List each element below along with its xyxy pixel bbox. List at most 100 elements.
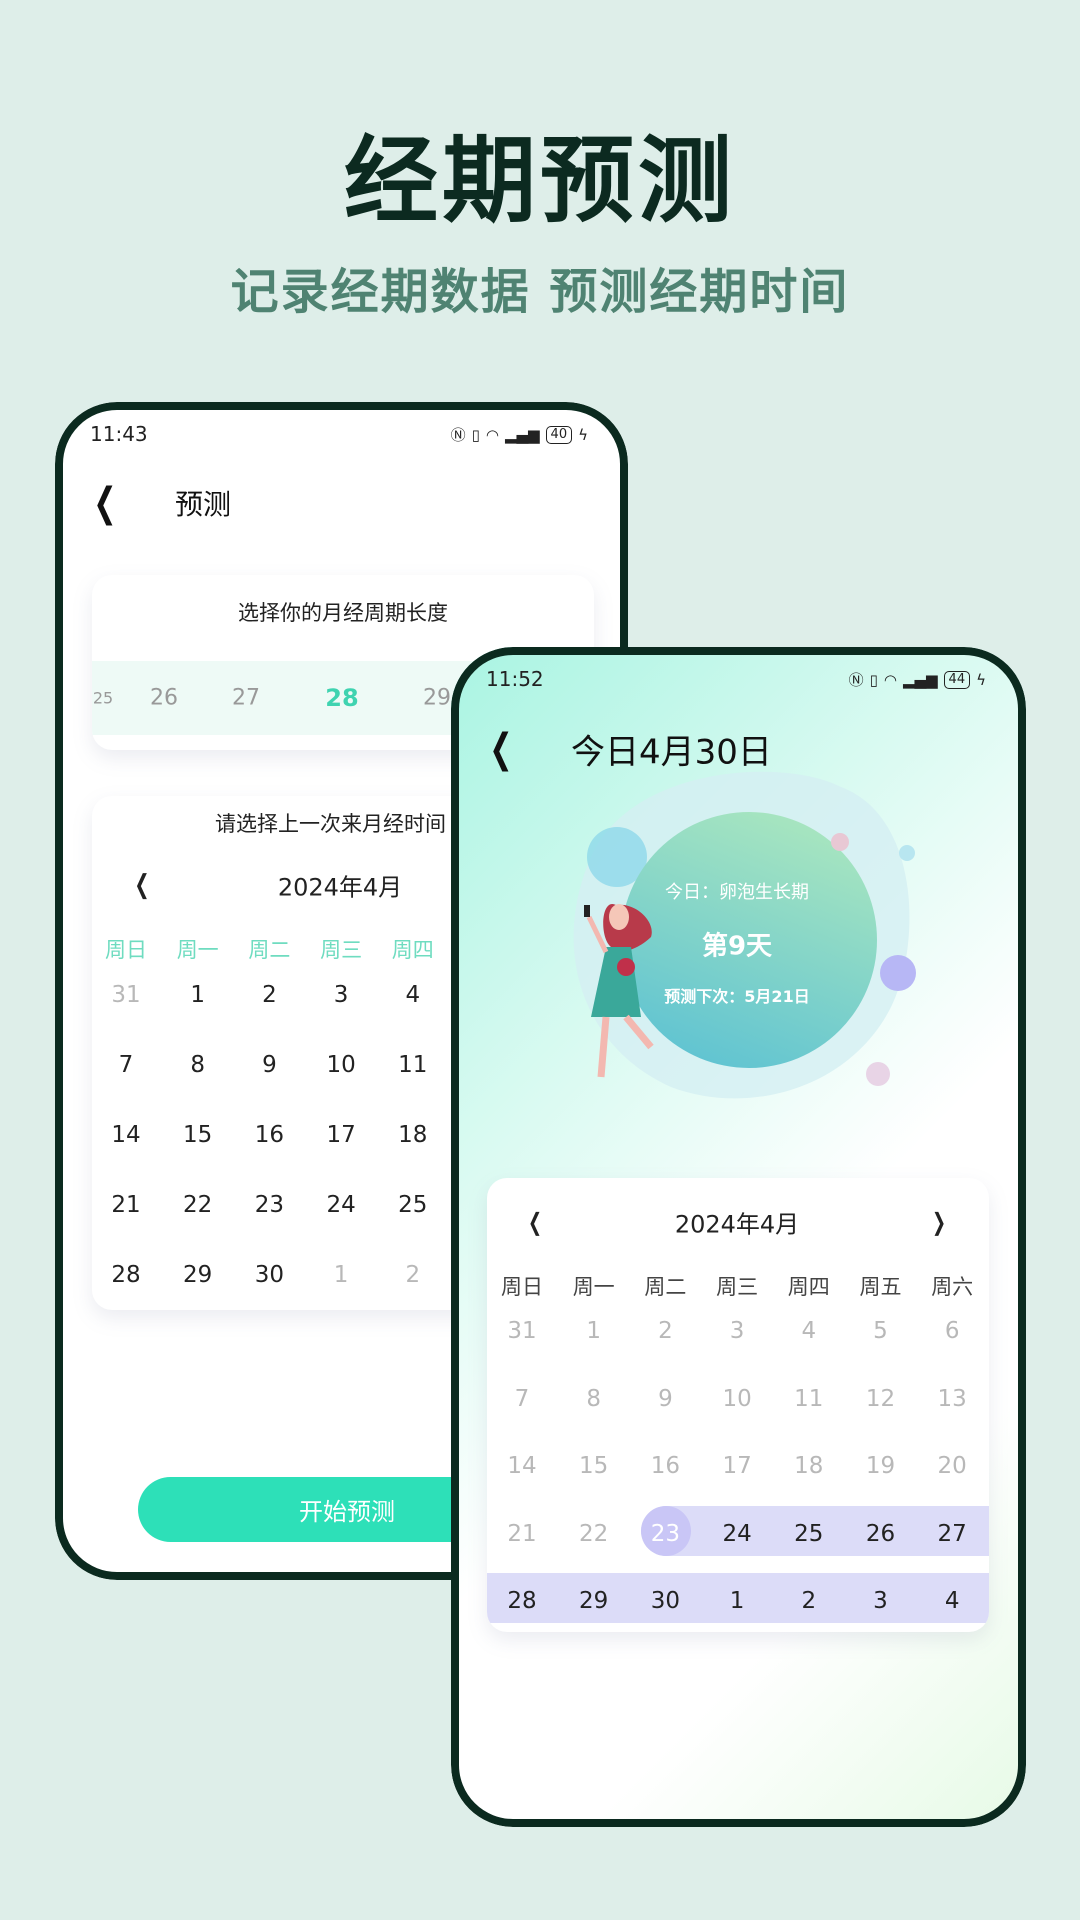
- cycle-length-option[interactable]: 28: [325, 684, 358, 712]
- calendar-day[interactable]: 9: [262, 1052, 277, 1078]
- calendar-day[interactable]: 13: [938, 1386, 967, 1412]
- cycle-length-option[interactable]: 29: [423, 686, 451, 711]
- charging-icon: ϟ: [578, 425, 588, 444]
- last-period-label: 请选择上一次来月经时间: [215, 812, 446, 836]
- next-month-button[interactable]: ❯: [932, 1208, 946, 1236]
- cycle-length-option[interactable]: 27: [232, 686, 260, 711]
- battery-icon: 40: [545, 425, 573, 444]
- calendar-day[interactable]: 28: [507, 1588, 536, 1614]
- weekday-header: 周一: [176, 938, 219, 962]
- calendar-day[interactable]: 18: [398, 1122, 427, 1148]
- calendar-day[interactable]: 1: [190, 982, 205, 1008]
- calendar-day[interactable]: 6: [945, 1318, 960, 1344]
- back-button[interactable]: ❮: [93, 480, 116, 526]
- calendar-day[interactable]: 31: [507, 1318, 536, 1344]
- calendar-day[interactable]: 3: [334, 982, 349, 1008]
- cycle-length-label: 选择你的月经周期长度: [238, 601, 448, 625]
- calendar-day[interactable]: 23: [255, 1192, 284, 1218]
- calendar-day[interactable]: 2: [405, 1262, 420, 1288]
- calendar-day[interactable]: 4: [801, 1318, 816, 1344]
- vibrate-icon: ▯: [471, 425, 480, 444]
- wifi-icon: ◠: [485, 425, 499, 444]
- calendar-day[interactable]: 24: [722, 1521, 751, 1547]
- calendar-day[interactable]: 11: [398, 1052, 427, 1078]
- calendar-day[interactable]: 18: [794, 1453, 823, 1479]
- phone-today-overview: 11:52 Ⓝ ▯ ◠ ▂▄▆ 44 ϟ ❮ 今日4月30日 今日：卵泡生长期 第9天 …: [451, 647, 1026, 1827]
- calendar-day[interactable]: 25: [794, 1521, 823, 1547]
- weekday-header: 周四: [787, 1275, 830, 1299]
- calendar-day[interactable]: 10: [722, 1386, 751, 1412]
- weekday-header: 周三: [716, 1275, 759, 1299]
- calendar-day[interactable]: 22: [579, 1521, 608, 1547]
- calendar-day[interactable]: 16: [651, 1453, 680, 1479]
- calendar-day[interactable]: 22: [183, 1192, 212, 1218]
- prev-month-button[interactable]: ❮: [528, 1208, 542, 1236]
- weekday-header: 周二: [644, 1275, 687, 1299]
- calendar-day[interactable]: 26: [866, 1521, 895, 1547]
- calendar-day[interactable]: 30: [255, 1262, 284, 1288]
- calendar-day[interactable]: 30: [651, 1588, 680, 1614]
- calendar-day[interactable]: 15: [579, 1453, 608, 1479]
- calendar-day[interactable]: 7: [119, 1052, 134, 1078]
- calendar-day[interactable]: 23: [651, 1521, 680, 1547]
- weekday-header: 周三: [320, 938, 363, 962]
- calendar-day[interactable]: 29: [183, 1262, 212, 1288]
- cycle-day: 第9天: [701, 931, 773, 962]
- calendar-day[interactable]: 2: [801, 1588, 816, 1614]
- weekday-header: 周日: [501, 1275, 543, 1299]
- status-icons: Ⓝ ▯ ◠ ▂▄▆ 40 ϟ: [451, 424, 588, 445]
- calendar-day[interactable]: 31: [111, 982, 140, 1008]
- calendar-day[interactable]: 12: [866, 1386, 895, 1412]
- calendar-day[interactable]: 27: [938, 1521, 967, 1547]
- signal-4g-icon: ▂▄▆: [504, 425, 540, 444]
- today-phase: 今日：卵泡生长期: [665, 882, 809, 903]
- month-label: 2024年4月: [674, 1210, 800, 1239]
- calendar-day[interactable]: 21: [507, 1521, 536, 1547]
- prev-month-button[interactable]: ❮: [134, 870, 149, 900]
- month-label: 2024年4月: [277, 873, 403, 902]
- calendar-day[interactable]: 9: [658, 1386, 673, 1412]
- calendar-day[interactable]: 21: [111, 1192, 140, 1218]
- nfc-icon: Ⓝ: [450, 426, 466, 444]
- nav-title: 预测: [175, 488, 232, 521]
- calendar-day[interactable]: 14: [507, 1453, 536, 1479]
- calendar-card: ❮ 2024年4月 ❯ 周日 周一 周二 周三 周四 周五 周六 31 1 2 3 4 5 6 7 8 9 10 1…: [487, 1178, 989, 1632]
- calendar-day[interactable]: 17: [722, 1453, 751, 1479]
- next-period-prediction: 预测下次：5月21日: [664, 987, 810, 1006]
- calendar-day[interactable]: 28: [111, 1262, 140, 1288]
- calendar-day[interactable]: 16: [255, 1122, 284, 1148]
- calendar-day[interactable]: 4: [945, 1588, 960, 1614]
- calendar-day[interactable]: 25: [398, 1192, 427, 1218]
- calendar-day[interactable]: 14: [111, 1122, 140, 1148]
- cycle-length-option[interactable]: 26: [150, 686, 178, 711]
- calendar-day[interactable]: 1: [730, 1588, 745, 1614]
- calendar-day[interactable]: 2: [658, 1318, 673, 1344]
- weekday-header: 周五: [859, 1275, 902, 1299]
- weekday-header: 周六: [931, 1275, 974, 1299]
- calendar-day[interactable]: 19: [866, 1453, 895, 1479]
- weekday-header: 周一: [572, 1275, 615, 1299]
- weekday-header: 周日: [105, 938, 147, 962]
- calendar-day[interactable]: 4: [405, 982, 420, 1008]
- weekday-header: 周二: [248, 938, 291, 962]
- calendar-day[interactable]: 8: [586, 1386, 601, 1412]
- calendar-day[interactable]: 29: [579, 1588, 608, 1614]
- page-subtitle: 记录经期数据 预测经期时间: [230, 264, 850, 320]
- page-title: 经期预测: [343, 127, 736, 236]
- calendar-day[interactable]: 17: [326, 1122, 355, 1148]
- calendar-day[interactable]: 5: [873, 1318, 888, 1344]
- calendar-day[interactable]: 15: [183, 1122, 212, 1148]
- calendar-day[interactable]: 2: [262, 982, 277, 1008]
- cycle-length-option[interactable]: 25: [93, 689, 113, 708]
- calendar-day[interactable]: 1: [334, 1262, 349, 1288]
- calendar-day[interactable]: 3: [730, 1318, 745, 1344]
- calendar-day[interactable]: 3: [873, 1588, 888, 1614]
- calendar-day[interactable]: 10: [326, 1052, 355, 1078]
- calendar-day[interactable]: 7: [515, 1386, 530, 1412]
- calendar-day[interactable]: 20: [938, 1453, 967, 1479]
- calendar-day[interactable]: 24: [326, 1192, 355, 1218]
- calendar-day[interactable]: 1: [586, 1318, 601, 1344]
- calendar-day[interactable]: 11: [794, 1386, 823, 1412]
- calendar-day[interactable]: 8: [190, 1052, 205, 1078]
- status-time: 11:43: [90, 422, 148, 446]
